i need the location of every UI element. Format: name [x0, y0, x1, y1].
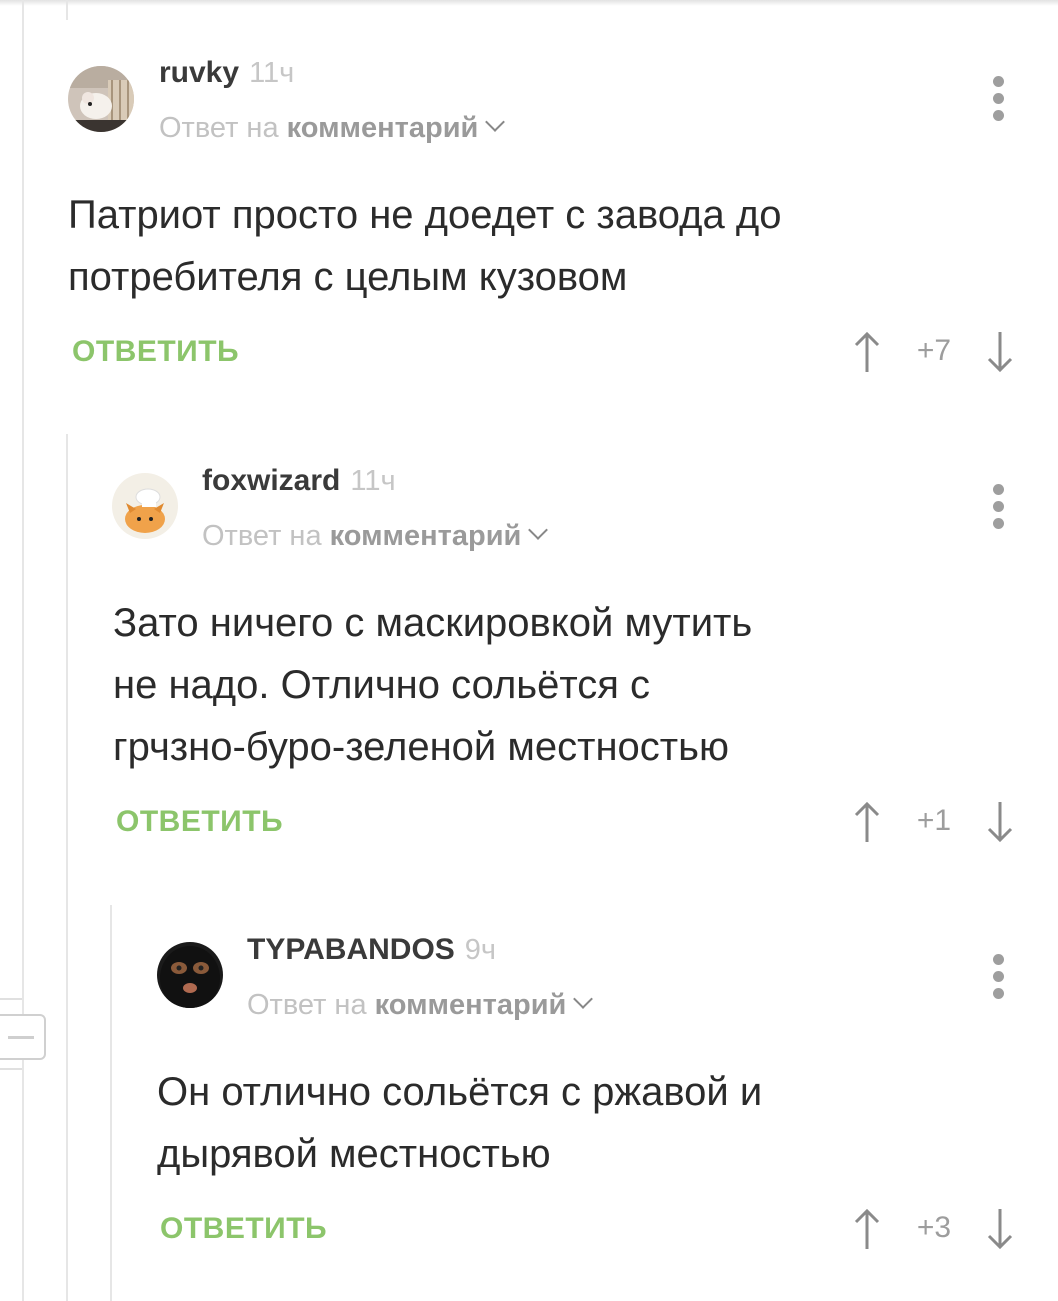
timestamp: 11ч	[249, 57, 295, 89]
reply-prefix: Ответ на	[159, 112, 279, 144]
vote-score: +1	[916, 804, 952, 837]
reply-button[interactable]: ОТВЕТИТЬ	[116, 805, 283, 839]
timestamp: 9ч	[464, 934, 497, 966]
thread-line-level-1	[66, 0, 68, 20]
author-name[interactable]: ruvky 11ч	[159, 56, 294, 90]
comment-text: Зато ничего с маскировкой мутить не надо…	[113, 592, 752, 778]
chevron-down-icon[interactable]	[485, 112, 506, 132]
downvote-arrow-icon[interactable]	[985, 330, 1015, 374]
thread-line-level-1	[66, 434, 68, 1301]
reply-to-line: Ответ на комментарий	[202, 520, 549, 553]
avatar[interactable]	[157, 942, 223, 1008]
fox-wizard-avatar-icon	[112, 473, 178, 539]
chevron-down-icon[interactable]	[573, 989, 594, 1009]
vote-score: +3	[916, 1211, 952, 1244]
comment-text-line: грчзно-буро-зеленой местностью	[113, 725, 729, 769]
author-name-text[interactable]: TYPABANDOS	[247, 933, 455, 966]
reply-button[interactable]: ОТВЕТИТЬ	[72, 335, 239, 369]
avatar[interactable]	[112, 473, 178, 539]
upvote-arrow-icon[interactable]	[852, 1207, 882, 1251]
comment-text-line: дырявой местностью	[157, 1132, 551, 1176]
downvote-arrow-icon[interactable]	[985, 800, 1015, 844]
timestamp: 11ч	[350, 465, 396, 497]
vote-control: +3	[852, 1207, 1022, 1251]
parent-comment-link[interactable]: комментарий	[330, 520, 522, 552]
comment-text-line: Патриот просто не доедет с завода до	[68, 193, 782, 237]
reply-to-line: Ответ на комментарий	[159, 112, 506, 145]
reply-prefix: Ответ на	[202, 520, 322, 552]
reply-button[interactable]: ОТВЕТИТЬ	[160, 1212, 327, 1246]
more-options-icon[interactable]	[993, 484, 1005, 530]
thread-connector	[0, 1068, 22, 1070]
comment-text-line: потребителя с целым кузовом	[68, 255, 628, 299]
top-divider	[0, 0, 1058, 6]
upvote-arrow-icon[interactable]	[852, 800, 882, 844]
parent-comment-link[interactable]: комментарий	[287, 112, 479, 144]
comment-text-line: Зато ничего с маскировкой мутить	[113, 601, 753, 645]
parent-comment-link[interactable]: комментарий	[375, 989, 567, 1021]
thread-connector	[0, 998, 22, 1000]
comment-text: Патриот просто не доедет с завода до пот…	[68, 184, 781, 308]
balaclava-avatar-icon	[157, 942, 223, 1008]
more-options-icon[interactable]	[993, 76, 1005, 122]
comment-text-line: Он отлично сольётся с ржавой и	[157, 1070, 763, 1114]
downvote-arrow-icon[interactable]	[985, 1207, 1015, 1251]
thread-line-level-2	[110, 905, 112, 1301]
reply-prefix: Ответ на	[247, 989, 367, 1021]
upvote-arrow-icon[interactable]	[852, 330, 882, 374]
comment-text-line: не надо. Отлично сольётся с	[113, 663, 651, 707]
thread-line-level-0	[22, 0, 24, 1301]
minus-icon	[8, 1036, 34, 1039]
author-name-text[interactable]: foxwizard	[202, 464, 340, 497]
author-name-text[interactable]: ruvky	[159, 56, 239, 89]
rat-photo-avatar-icon	[68, 66, 134, 132]
vote-control: +1	[852, 800, 1022, 844]
reply-to-line: Ответ на комментарий	[247, 989, 594, 1022]
comment-text: Он отлично сольётся с ржавой и дырявой м…	[157, 1061, 762, 1185]
avatar[interactable]	[68, 66, 134, 132]
author-name[interactable]: TYPABANDOS 9ч	[247, 933, 496, 967]
more-options-icon[interactable]	[993, 954, 1005, 1000]
vote-control: +7	[852, 330, 1022, 374]
author-name[interactable]: foxwizard 11ч	[202, 464, 396, 498]
chevron-down-icon[interactable]	[528, 520, 549, 540]
vote-score: +7	[916, 334, 952, 367]
collapse-thread-button[interactable]	[0, 1014, 46, 1060]
